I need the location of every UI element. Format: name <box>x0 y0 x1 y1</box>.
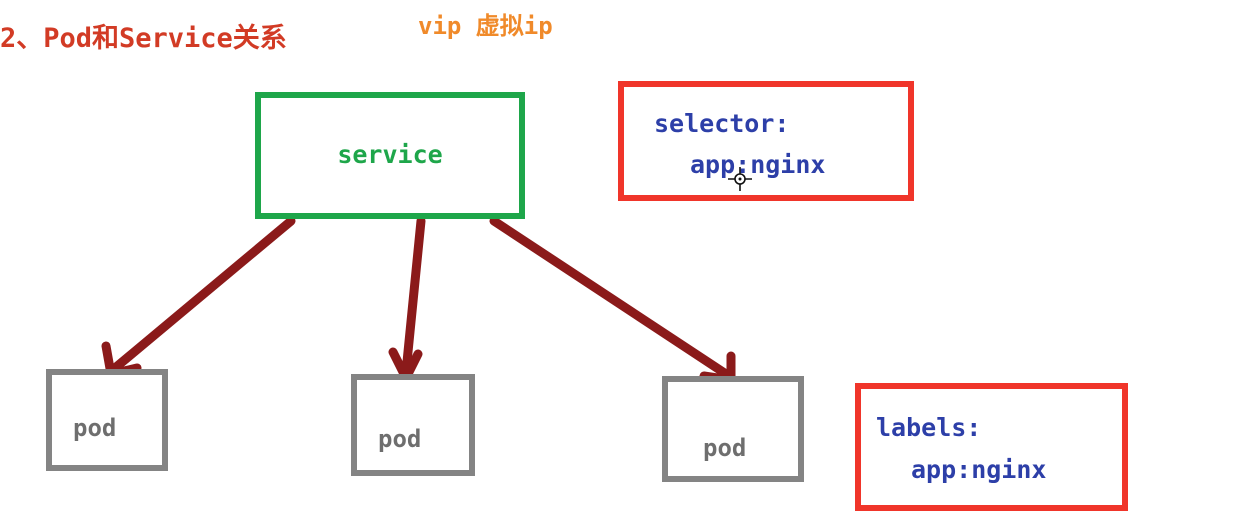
vip-label: vip 虚拟ip <box>418 12 553 40</box>
crosshair-cursor-icon <box>728 167 752 191</box>
diagram-canvas: 2、Pod和Service关系 vip 虚拟ip service selecto… <box>0 0 1235 528</box>
selector-value: app:nginx <box>690 150 826 179</box>
pod-box-3: pod <box>662 376 804 482</box>
labels-key: labels: <box>876 413 982 442</box>
diagram-title: 2、Pod和Service关系 <box>0 23 287 54</box>
labels-value: app:nginx <box>911 455 1047 484</box>
arrow-to-pod-3 <box>489 216 731 379</box>
labels-box: labels: app:nginx <box>855 383 1128 511</box>
service-label: service <box>337 140 443 169</box>
selector-key: selector: <box>654 109 790 138</box>
selector-box: selector: app:nginx <box>618 81 914 201</box>
arrow-to-pod-1 <box>110 216 296 373</box>
pod-label: pod <box>378 425 422 453</box>
service-box: service <box>255 92 525 219</box>
pod-label: pod <box>73 414 117 442</box>
pod-box-2: pod <box>351 374 475 476</box>
pod-box-1: pod <box>46 369 168 471</box>
pod-label: pod <box>703 434 747 462</box>
arrow-to-pod-2 <box>401 216 426 377</box>
